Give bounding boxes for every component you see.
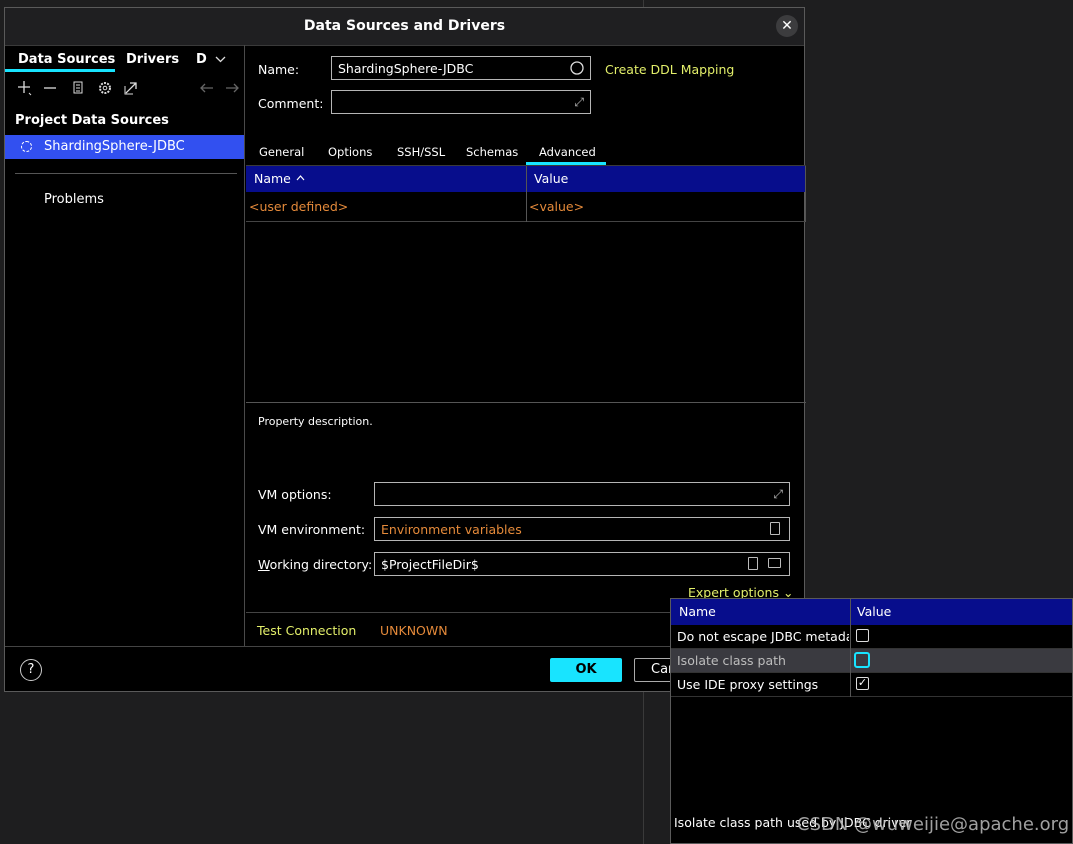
section-header: Project Data Sources	[15, 113, 169, 128]
remove-icon[interactable]	[41, 79, 59, 97]
option-name: Isolate class path	[677, 653, 786, 668]
name-label: Name:	[258, 62, 300, 77]
test-connection-link[interactable]: Test Connection	[257, 623, 356, 638]
option-checkbox[interactable]	[856, 629, 869, 642]
grid-header-value[interactable]: Value	[534, 171, 568, 186]
column-border	[805, 166, 806, 222]
table-row[interactable]: Isolate class path	[671, 649, 1072, 673]
add-icon[interactable]	[15, 79, 33, 97]
tab-advanced[interactable]: Advanced	[539, 145, 596, 159]
tab-ssh-ssl[interactable]: SSH/SSL	[397, 145, 445, 159]
working-directory-label: Working directory:	[258, 557, 373, 572]
datasource-item-selected[interactable]: ShardingSphere-JDBC	[5, 135, 244, 159]
tab-more[interactable]: D	[196, 52, 207, 67]
expand-icon[interactable]: ⤢	[574, 95, 584, 110]
expert-options-popup: Name Value Do not escape JDBC metadat Is…	[670, 598, 1073, 844]
property-description: Property description.	[258, 415, 373, 428]
working-directory-value: $ProjectFileDir$	[381, 557, 479, 572]
active-tab-indicator	[5, 69, 115, 72]
document-icon[interactable]	[748, 557, 758, 570]
tab-data-sources[interactable]: Data Sources	[18, 52, 115, 67]
gear-icon[interactable]	[96, 79, 114, 97]
option-name: Use IDE proxy settings	[677, 677, 819, 692]
tab-options[interactable]: Options	[328, 145, 372, 159]
vm-environment-field[interactable]: Environment variables	[374, 517, 790, 541]
column-divider	[850, 599, 851, 697]
document-icon[interactable]	[770, 522, 780, 535]
properties-grid: Name Value <user defined> <value>	[246, 165, 806, 403]
open-external-icon[interactable]	[122, 79, 140, 97]
name-value: ShardingSphere-JDBC	[338, 61, 474, 76]
create-ddl-link[interactable]: Create DDL Mapping	[605, 62, 734, 77]
tab-general[interactable]: General	[259, 145, 304, 159]
comment-field[interactable]: ⤢	[331, 90, 591, 114]
sort-asc-icon[interactable]	[296, 175, 305, 181]
dialog-title: Data Sources and Drivers	[303, 18, 506, 34]
tab-drivers[interactable]: Drivers	[126, 52, 179, 67]
chevron-down-icon[interactable]	[215, 56, 226, 63]
left-panel: Data Sources Drivers D Project Data Sour…	[5, 45, 245, 646]
table-row[interactable]: Do not escape JDBC metadat	[671, 625, 1072, 649]
circle-icon[interactable]	[570, 61, 584, 75]
vm-environment-label: VM environment:	[258, 522, 366, 537]
option-checkbox-checked[interactable]: ✓	[856, 677, 869, 690]
row-value[interactable]: <value>	[529, 199, 584, 214]
title-bar: Data Sources and Drivers ✕	[5, 8, 804, 46]
popup-header: Name Value	[671, 599, 1072, 625]
datasource-icon	[21, 141, 32, 152]
vm-options-label: VM options:	[258, 487, 332, 502]
popup-header-value[interactable]: Value	[857, 604, 891, 619]
datasource-label: ShardingSphere-JDBC	[44, 139, 185, 154]
folder-icon[interactable]	[768, 558, 781, 568]
expand-icon[interactable]: ⤢	[773, 487, 783, 502]
left-tabs: Data Sources Drivers D	[5, 45, 245, 73]
column-divider	[526, 166, 527, 222]
working-directory-field[interactable]: $ProjectFileDir$	[374, 552, 790, 576]
table-row[interactable]: Use IDE proxy settings ✓	[671, 673, 1072, 697]
grid-header-name[interactable]: Name	[254, 171, 291, 186]
close-button[interactable]: ✕	[776, 15, 798, 37]
forward-arrow-icon[interactable]	[223, 79, 241, 97]
help-icon[interactable]: ?	[20, 659, 42, 681]
status-label: UNKNOWN	[380, 623, 448, 638]
copy-icon[interactable]	[69, 79, 87, 97]
option-checkbox[interactable]	[854, 652, 870, 668]
vm-options-field[interactable]: ⤢	[374, 482, 790, 506]
option-name: Do not escape JDBC metadat	[677, 629, 849, 644]
ok-button[interactable]: OK	[550, 658, 622, 682]
comment-label: Comment:	[258, 96, 324, 111]
vm-environment-placeholder: Environment variables	[381, 522, 522, 537]
separator	[15, 173, 237, 174]
popup-header-name[interactable]: Name	[679, 604, 716, 619]
data-sources-dialog: Data Sources and Drivers ✕ Data Sources …	[4, 7, 806, 692]
name-field[interactable]: ShardingSphere-JDBC	[331, 56, 591, 80]
back-arrow-icon[interactable]	[198, 79, 216, 97]
problems-item[interactable]: Problems	[44, 192, 104, 207]
row-name[interactable]: <user defined>	[249, 199, 348, 214]
watermark: CSDN @wuweijie@apache.org	[797, 814, 1070, 835]
tab-schemas[interactable]: Schemas	[466, 145, 518, 159]
close-icon: ✕	[781, 18, 793, 34]
